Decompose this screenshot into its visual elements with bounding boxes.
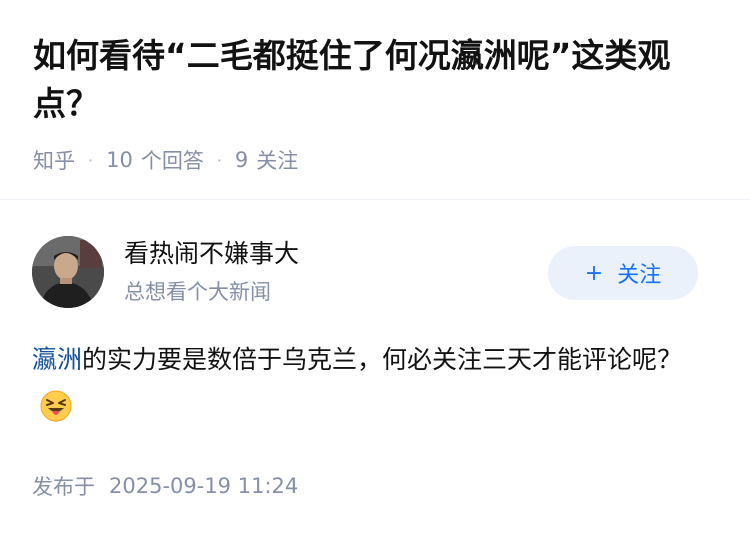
source-label[interactable]: 知乎 [33, 145, 75, 175]
answer-count: 10 [106, 148, 133, 172]
question-meta: 知乎 · 10 个回答 · 9 关注 [33, 142, 298, 178]
answer-content: 瀛洲的实力要是数倍于乌克兰，何必关注三天才能评论呢？ [32, 336, 722, 432]
squinting-tongue-emoji-icon [40, 390, 72, 422]
publish-timestamp: 2025-09-19 11:24 [109, 474, 299, 498]
answer-count-label[interactable]: 个回答 [141, 145, 204, 175]
topic-link[interactable]: 瀛洲 [32, 345, 82, 374]
separator-dot: · [216, 150, 222, 170]
follow-button[interactable]: + 关注 [548, 246, 698, 300]
publish-time: 发布于 2025-09-19 11:24 [32, 468, 298, 504]
author-name[interactable]: 看热闹不嫌事大 [124, 236, 299, 272]
section-divider [0, 199, 750, 200]
publish-label: 发布于 [32, 475, 95, 499]
author-bio: 总想看个大新闻 [124, 280, 271, 304]
separator-dot: · [88, 150, 94, 170]
answer-text: 的实力要是数倍于乌克兰，何必关注三天才能评论呢？ [82, 345, 683, 374]
follower-count: 9 [234, 148, 249, 172]
author-avatar[interactable] [32, 236, 104, 308]
question-title[interactable]: 如何看待“二毛都挺住了何况瀛洲呢”这类观点？ [33, 32, 723, 128]
plus-icon: + [584, 260, 604, 286]
follow-button-label: 关注 [617, 263, 662, 288]
follower-count-label[interactable]: 关注 [256, 145, 298, 175]
answer-page: 如何看待“二毛都挺住了何况瀛洲呢”这类观点？ 知乎 · 10 个回答 · 9 关… [0, 0, 750, 538]
person-avatar-icon [32, 236, 104, 308]
